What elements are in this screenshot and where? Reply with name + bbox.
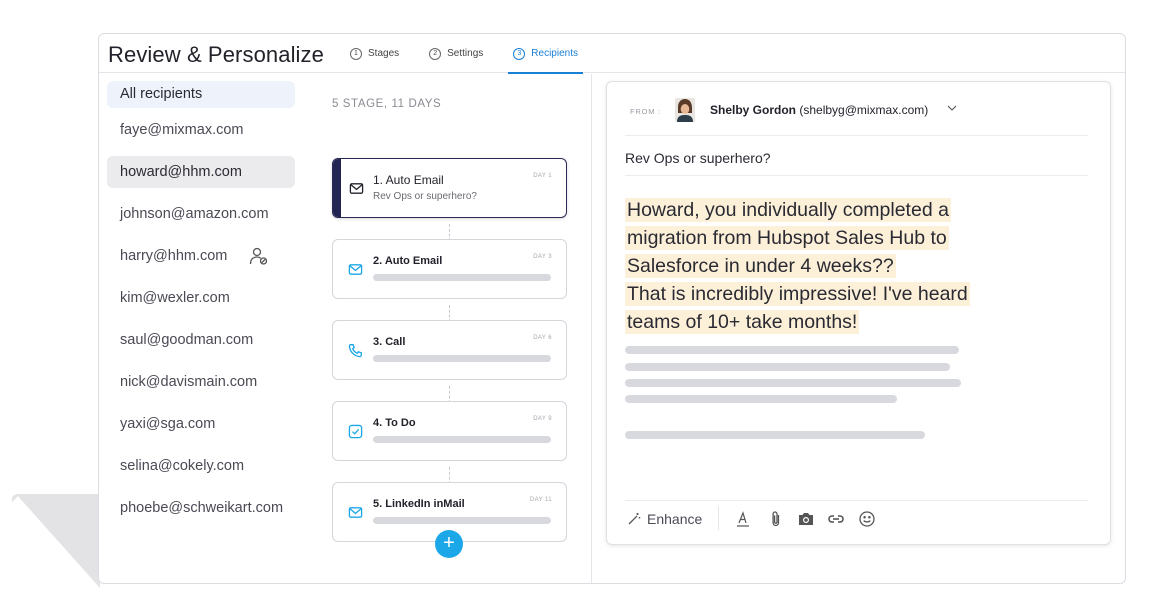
- header-bar: Review & Personalize 1 Stages 2 Settings…: [99, 34, 1125, 74]
- stage-title: 3. Call: [373, 336, 406, 348]
- tab-stages[interactable]: 1 Stages: [345, 34, 404, 73]
- editor-toolbar: Enhance: [625, 500, 1088, 536]
- body-placeholder-line: [625, 395, 897, 403]
- tab-settings[interactable]: 2 Settings: [424, 34, 488, 73]
- recipients-list: All recipients faye@mixmax.com howard@hh…: [107, 81, 295, 534]
- body-placeholder-line: [625, 379, 961, 387]
- body-line: teams of 10+ take months!: [625, 310, 860, 334]
- sender-name: Shelby Gordon: [710, 103, 797, 117]
- recipient-item[interactable]: yaxi@sga.com: [107, 408, 295, 440]
- insert-link-button[interactable]: [827, 509, 845, 529]
- stage-title: 4. To Do: [373, 417, 416, 429]
- recipient-item[interactable]: johnson@amazon.com: [107, 198, 295, 230]
- from-label: FROM :: [630, 107, 662, 116]
- text-format-button[interactable]: [735, 509, 751, 529]
- stage-day: DAY 1: [533, 173, 552, 179]
- tab-label: Recipients: [531, 48, 578, 59]
- phone-icon: [348, 344, 362, 358]
- attach-button[interactable]: [769, 509, 783, 529]
- from-row: FROM : Shelby Gordon (shelbyg@mixmax.com…: [625, 82, 1088, 136]
- tab-label: Stages: [368, 48, 400, 59]
- stage-card-3[interactable]: 3. Call DAY 6: [332, 320, 567, 380]
- email-editor: FROM : Shelby Gordon (shelbyg@mixmax.com…: [606, 81, 1111, 545]
- recipient-email: harry@hhm.com: [120, 248, 228, 264]
- subject-row[interactable]: Rev Ops or superhero?: [625, 136, 1088, 176]
- app-window: Review & Personalize 1 Stages 2 Settings…: [98, 33, 1126, 584]
- tab-bar: 1 Stages 2 Settings 3 Recipients: [345, 34, 603, 74]
- stage-day: DAY 3: [533, 254, 552, 260]
- stage-placeholder-bar: [373, 517, 551, 524]
- chevron-down-icon[interactable]: [947, 104, 957, 112]
- body-line: Howard, you individually completed a: [625, 198, 951, 222]
- envelope-icon: [349, 183, 364, 194]
- body-placeholder-line: [625, 346, 959, 354]
- camera-icon: [799, 513, 813, 525]
- add-stage-button[interactable]: +: [435, 530, 463, 558]
- sender-avatar: [675, 98, 695, 122]
- stage-day: DAY 11: [529, 497, 552, 503]
- stage-card-2[interactable]: 2. Auto Email DAY 3: [332, 239, 567, 299]
- stage-placeholder-bar: [373, 436, 551, 443]
- stage-title: 1. Auto Email: [373, 173, 444, 187]
- paperclip-icon: [772, 511, 780, 527]
- stage-placeholder-bar: [373, 274, 551, 281]
- emoji-icon: [859, 511, 875, 527]
- toolbar-divider: [718, 506, 719, 530]
- body-line: That is incredibly impressive! I've hear…: [625, 282, 970, 306]
- camera-button[interactable]: [797, 509, 815, 529]
- recipient-all[interactable]: All recipients: [107, 81, 295, 108]
- envelope-icon: [348, 507, 363, 518]
- tab-label: Settings: [447, 48, 484, 59]
- enhance-button[interactable]: Enhance: [627, 509, 702, 529]
- text-format-icon: [737, 511, 749, 527]
- stage-title: 5. LinkedIn inMail: [373, 498, 465, 510]
- sender-identity: Shelby Gordon (shelbyg@mixmax.com): [710, 103, 928, 117]
- sender-email: (shelbyg@mixmax.com): [799, 103, 929, 117]
- stage-day: DAY 9: [533, 416, 552, 422]
- enhance-label: Enhance: [647, 511, 703, 527]
- magic-wand-icon: [628, 513, 641, 525]
- stages-summary: 5 STAGE, 11 DAYS: [332, 98, 442, 110]
- email-subject: Rev Ops or superhero?: [625, 150, 771, 166]
- email-body[interactable]: Howard, you individually completed a mig…: [625, 196, 1005, 336]
- stage-subject: Rev Ops or superhero?: [373, 191, 477, 202]
- stage-card-1[interactable]: 1. Auto Email Rev Ops or superhero? DAY …: [332, 158, 567, 218]
- person-settings-icon: [249, 247, 268, 265]
- recipient-item[interactable]: nick@davismain.com: [107, 366, 295, 398]
- body-placeholder-line: [625, 363, 950, 371]
- envelope-icon: [348, 264, 363, 275]
- stage-day: DAY 6: [533, 335, 552, 341]
- stage-card-4[interactable]: 4. To Do DAY 9: [332, 401, 567, 461]
- recipient-item[interactable]: saul@goodman.com: [107, 324, 295, 356]
- tab-recipients[interactable]: 3 Recipients: [508, 34, 583, 74]
- stage-placeholder-bar: [373, 355, 551, 362]
- link-icon: [828, 515, 844, 523]
- body-placeholder-line: [625, 431, 925, 439]
- emoji-button[interactable]: [858, 509, 876, 529]
- recipient-item[interactable]: harry@hhm.com: [107, 240, 295, 272]
- page-title: Review & Personalize: [108, 42, 324, 67]
- recipient-email: johnson@amazon.com: [120, 206, 269, 222]
- body-line: Salesforce in under 4 weeks??: [625, 254, 896, 278]
- recipient-item[interactable]: phoebe@schweikart.com: [107, 492, 295, 524]
- checkbox-icon: [348, 424, 363, 439]
- stages-panel: 5 STAGE, 11 DAYS 1. Auto Email Rev Ops o…: [324, 74, 592, 583]
- tab-number: 3: [513, 47, 526, 60]
- recipient-item[interactable]: faye@mixmax.com: [107, 114, 295, 146]
- tab-number: 2: [429, 47, 442, 60]
- stage-title: 2. Auto Email: [373, 255, 443, 267]
- body-line: migration from Hubspot Sales Hub to: [625, 226, 949, 250]
- recipient-item[interactable]: kim@wexler.com: [107, 282, 295, 314]
- recipient-item[interactable]: selina@cokely.com: [107, 450, 295, 482]
- recipient-item-selected[interactable]: howard@hhm.com: [107, 156, 295, 188]
- tab-number: 1: [350, 47, 362, 60]
